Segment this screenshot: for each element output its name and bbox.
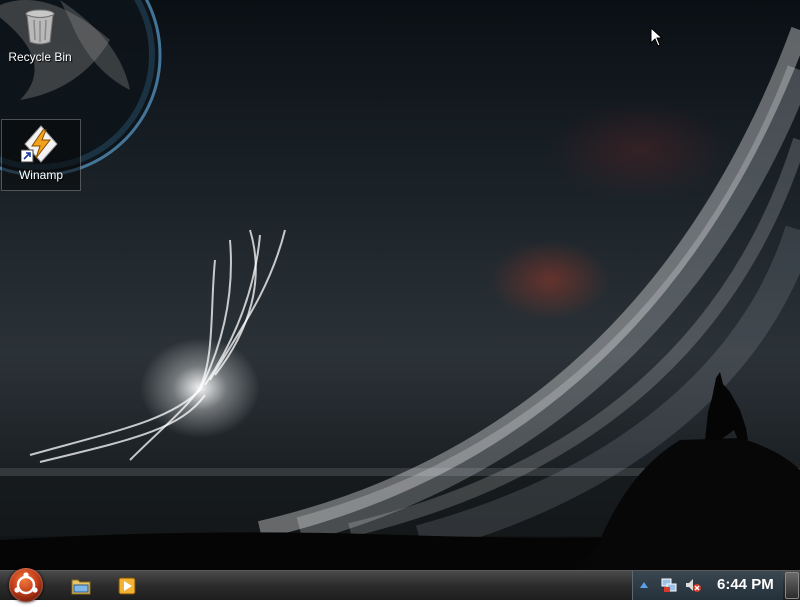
network-icon[interactable]	[661, 577, 677, 593]
wallpaper	[0, 0, 800, 570]
mouse-pointer-icon	[650, 27, 664, 47]
show-desktop-button[interactable]	[785, 572, 799, 599]
chevron-up-icon[interactable]	[639, 580, 649, 590]
winamp-icon	[20, 124, 61, 164]
system-tray: 6:44 PM	[632, 571, 783, 600]
volume-muted-icon[interactable]	[685, 577, 701, 593]
recycle-bin-icon	[20, 6, 60, 46]
desktop-icon-recycle-bin[interactable]: Recycle Bin	[0, 0, 80, 80]
desktop-icon-label: Winamp	[18, 168, 63, 182]
start-button[interactable]	[4, 568, 48, 602]
clock[interactable]: 6:44 PM	[717, 576, 774, 593]
quick-launch-media-player[interactable]	[116, 575, 138, 597]
start-orb-icon	[9, 568, 43, 602]
desktop[interactable]: Recycle Bin Winamp	[0, 0, 800, 570]
desktop-icon-label: Recycle Bin	[8, 50, 72, 64]
quick-launch-explorer[interactable]	[70, 575, 92, 597]
taskbar: 6:44 PM	[0, 568, 800, 602]
desktop-icon-winamp[interactable]: Winamp	[1, 119, 81, 191]
folder-explorer-icon	[71, 579, 91, 595]
media-player-icon	[118, 577, 136, 595]
